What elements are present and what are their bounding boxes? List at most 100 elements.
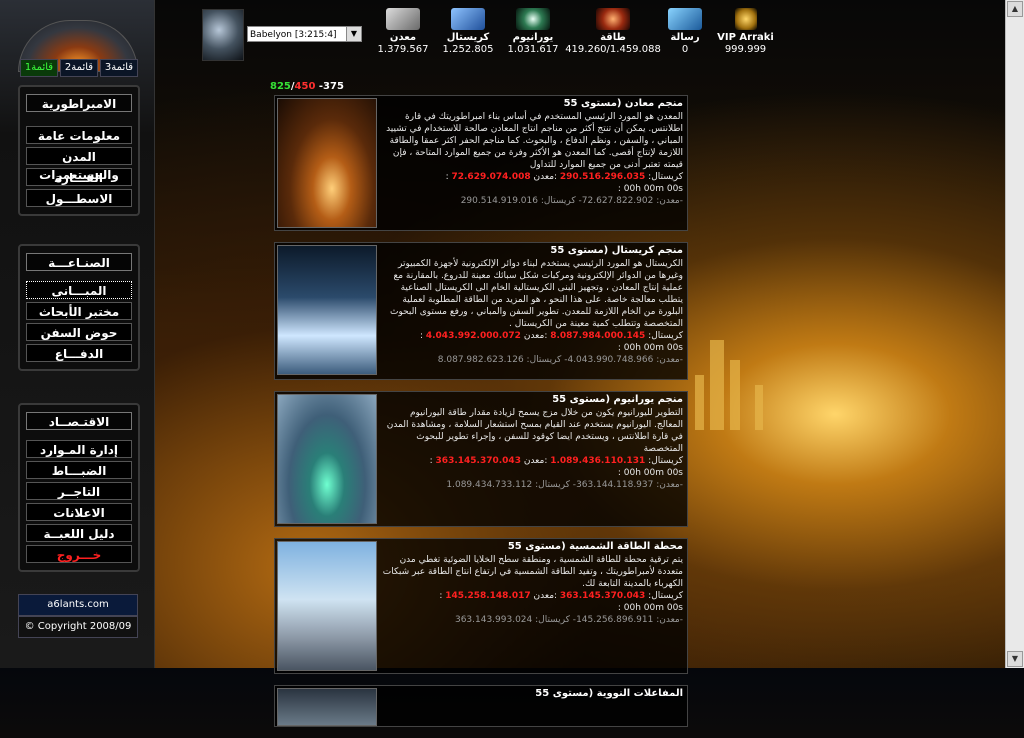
vip-icon: [734, 8, 757, 30]
build-time: : 00h 00m 00s: [617, 184, 683, 194]
menu-item-shipyard[interactable]: حوض السفن: [26, 323, 132, 341]
menu-item-cities[interactable]: المدن والمستعمرات: [26, 147, 132, 182]
tab-menu2[interactable]: قائمة2: [60, 59, 98, 77]
nuclear-reactor-image[interactable]: [277, 688, 377, 726]
menu-item-defense[interactable]: الدفـــاع: [26, 344, 132, 362]
resources-after: معدن: 363.144.118.937- كريستال: 1.089.43…: [446, 480, 683, 490]
build-time: : 00h 00m 00s: [617, 468, 683, 478]
menu-header-industry[interactable]: الصنـاعـــة: [26, 253, 132, 271]
sidebar: قائمة1 قائمة2 قائمة3 الامبراطورية معلوما…: [0, 0, 155, 668]
resource-metal: معدن 1.379.567: [373, 8, 433, 56]
menu-item-fleet[interactable]: الاسطـــول: [26, 189, 132, 207]
uranium-icon: [516, 8, 550, 30]
metal-value: 1.379.567: [377, 44, 429, 55]
building-cost: : 72.629.074.008 كريستال: 290.516.296.03…: [445, 172, 683, 182]
chevron-down-icon: ▼: [346, 27, 361, 41]
fleet-count-a: 825: [270, 81, 291, 92]
cost-crystal: 363.145.370.043: [559, 591, 646, 601]
menu-item-ads[interactable]: الاعلانات: [26, 503, 132, 521]
resource-energy: طاقة 419.260/1.459.088: [563, 8, 663, 56]
vip-link[interactable]: VIP Arraki 999.999: [713, 8, 778, 56]
menu-item-game-guide[interactable]: دليل اللعبــة: [26, 524, 132, 542]
resource-uranium: يورانيوم 1.031.617: [503, 8, 563, 56]
metal-icon: [386, 8, 420, 30]
menu-item-logout[interactable]: خـــروج: [26, 545, 132, 563]
scroll-down-button[interactable]: ▼: [1007, 651, 1023, 667]
tab-menu3[interactable]: قائمة3: [100, 59, 138, 77]
messages-value: 0: [681, 44, 689, 55]
energy-icon: [596, 8, 630, 30]
vip-label: VIP Arraki: [717, 32, 774, 43]
building-title[interactable]: منجم كريستال (مستوى 55: [379, 245, 683, 257]
message-icon: [668, 8, 702, 30]
messages-link[interactable]: رسالة 0: [655, 8, 715, 56]
fleet-counter: 825/450 -375: [270, 81, 344, 92]
menu-header-empire[interactable]: الامبراطورية: [26, 94, 132, 112]
building-card-uranium-mine: منجم يورانيوم (مستوى 55 التطوير لليوراني…: [274, 391, 688, 527]
building-description: الكريستال هو المورد الرئيسي يستخدم لبناء…: [389, 259, 683, 329]
tab-menu1[interactable]: قائمة1: [20, 59, 58, 77]
resource-crystal: كريستال 1.252.805: [438, 8, 498, 56]
building-title[interactable]: منجم يورانيوم (مستوى 55: [379, 394, 683, 406]
building-card-nuclear-reactor: المفاعلات النووية (مستوى 55: [274, 685, 688, 727]
cost-metal: 145.258.148.017: [445, 591, 531, 601]
fleet-count-c: -375: [318, 81, 344, 92]
cost-metal: 4.043.992.000.072: [425, 331, 521, 341]
cost-crystal: 1.089.436.110.131: [550, 456, 646, 466]
planet-icon: [202, 9, 244, 61]
menu-group-empire: الامبراطورية معلومات عامة المدن والمستعم…: [18, 85, 140, 216]
energy-value: 419.260/1.459.088: [565, 44, 661, 55]
cost-crystal: 8.087.984.000.145: [550, 331, 646, 341]
building-title[interactable]: المفاعلات النووية (مستوى 55: [379, 688, 683, 700]
metal-label: معدن: [389, 32, 417, 43]
energy-label: طاقة: [600, 32, 626, 43]
building-list: منجم معادن (مستوى 55 المعدن هو المورد ال…: [274, 95, 688, 738]
planet-select[interactable]: Babelyon [3:215:4] ▼: [247, 26, 362, 42]
uranium-value: 1.031.617: [507, 44, 559, 55]
top-bar: Babelyon [3:215:4] ▼ معدن 1.379.567 كريس…: [155, 0, 1005, 65]
resources-after: معدن: 4.043.990.748.966- كريستال: 8.087.…: [437, 355, 683, 365]
crystal-value: 1.252.805: [442, 44, 494, 55]
build-time: : 00h 00m 00s: [617, 343, 683, 353]
scroll-up-button[interactable]: ▲: [1007, 1, 1023, 17]
building-cost: : 363.145.370.043 كريستال: 1.089.436.110…: [429, 456, 683, 466]
messages-label: رسالة: [670, 32, 700, 43]
metal-mine-image[interactable]: [277, 98, 377, 228]
building-card-solar-plant: محطة الطاقة الشمسية (مستوى 55 يتم ترقية …: [274, 538, 688, 674]
building-title[interactable]: محطة الطاقة الشمسية (مستوى 55: [379, 541, 683, 553]
cost-metal: 72.629.074.008: [451, 172, 531, 182]
building-cost: : 4.043.992.000.072 كريستال: 8.087.984.0…: [419, 331, 683, 341]
build-time: : 00h 00m 00s: [617, 603, 683, 613]
building-card-crystal-mine: منجم كريستال (مستوى 55 الكريستال هو المو…: [274, 242, 688, 380]
menu-tabs: قائمة1 قائمة2 قائمة3: [20, 59, 138, 77]
fleet-count-b: 450: [294, 81, 316, 92]
vip-value: 999.999: [724, 44, 767, 55]
resources-after: معدن: 72.627.822.902- كريستال: 290.514.9…: [460, 196, 683, 206]
menu-item-officers[interactable]: الضبـــاط: [26, 461, 132, 479]
vertical-scrollbar[interactable]: ▲ ▼: [1005, 0, 1024, 668]
menu-item-general-info[interactable]: معلومات عامة: [26, 126, 132, 144]
building-description: التطوير لليورانيوم يكون من خلال مزج يسمح…: [386, 408, 683, 454]
menu-item-trader[interactable]: التاجــر: [26, 482, 132, 500]
building-card-metal-mine: منجم معادن (مستوى 55 المعدن هو المورد ال…: [274, 95, 688, 231]
menu-item-resources[interactable]: إدارة المـوارد: [26, 440, 132, 458]
building-description: المعدن هو المورد الرئيسي المستخدم في أسا…: [386, 112, 683, 170]
uranium-mine-image[interactable]: [277, 394, 377, 524]
uranium-label: يورانيوم: [512, 32, 554, 43]
site-link[interactable]: a6lants.com: [18, 594, 138, 616]
cost-metal: 363.145.370.043: [435, 456, 521, 466]
menu-item-research-lab[interactable]: مختبر الأبحاث: [26, 302, 132, 320]
crystal-mine-image[interactable]: [277, 245, 377, 375]
menu-group-economy: الاقتـصــاد إدارة المـوارد الضبـــاط الت…: [18, 403, 140, 572]
menu-item-buildings[interactable]: المبـــانى: [26, 281, 132, 299]
menu-header-economy[interactable]: الاقتـصــاد: [26, 412, 132, 430]
building-cost: : 145.258.148.017 كريستال: 363.145.370.0…: [439, 591, 683, 601]
solar-plant-image[interactable]: [277, 541, 377, 671]
building-description: يتم ترقية محطة للطاقة الشمسية ، ومنطقة س…: [382, 555, 683, 589]
cost-crystal: 290.516.296.035: [559, 172, 646, 182]
crystal-icon: [451, 8, 485, 30]
menu-group-industry: الصنـاعـــة المبـــانى مختبر الأبحاث حوض…: [18, 244, 140, 371]
crystal-label: كريستال: [446, 32, 490, 43]
resources-after: معدن: 145.256.896.911- كريستال: 363.143.…: [454, 615, 683, 625]
building-title[interactable]: منجم معادن (مستوى 55: [379, 98, 683, 110]
